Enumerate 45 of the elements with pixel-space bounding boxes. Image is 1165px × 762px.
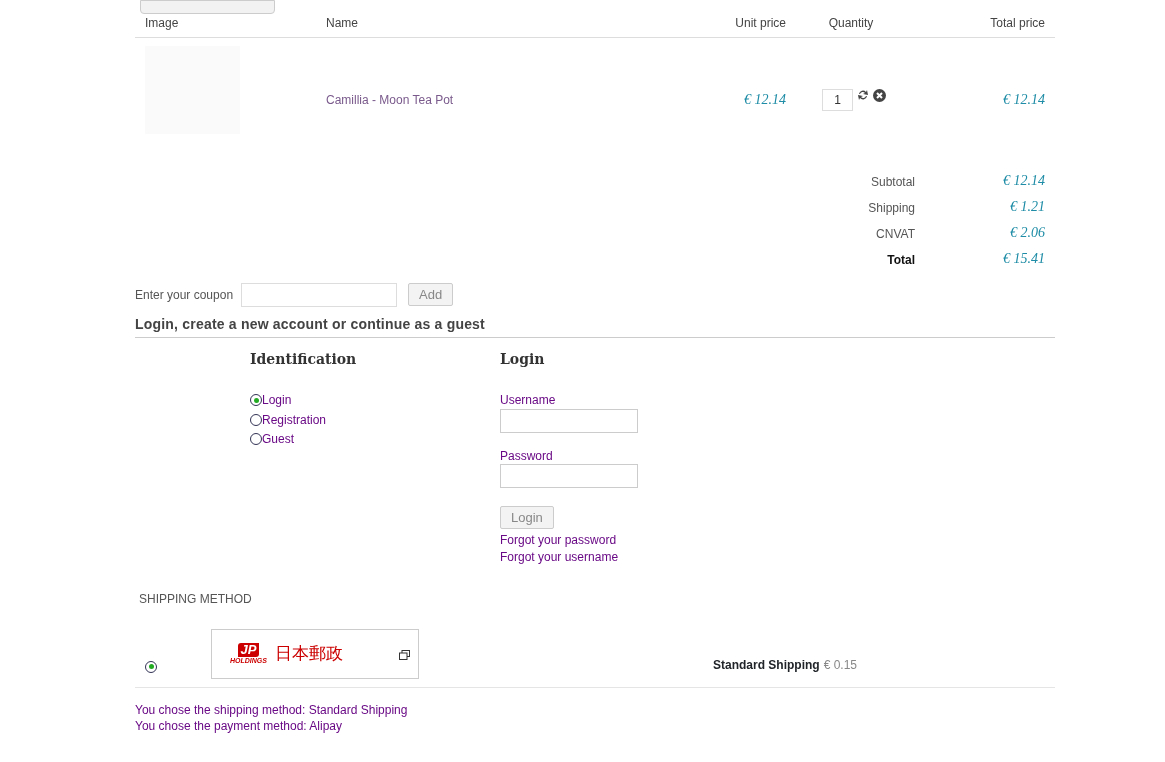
total-value: € 2.06 (1010, 225, 1045, 241)
forgot-link[interactable]: Forgot your password (500, 532, 638, 549)
column-header: Image (135, 10, 316, 38)
column-header: Quantity (796, 10, 936, 38)
logo-text: 日本郵政 (274, 642, 343, 666)
section-heading: Login, create a new account or continue as a guest (135, 315, 485, 332)
total-value: € 1.21 (1010, 199, 1045, 215)
summary-text: You chose the payment method: Alipay (135, 718, 344, 735)
total-price: € 12.14 (1003, 92, 1045, 107)
refresh-icon[interactable] (857, 89, 869, 102)
field-label: Password (500, 447, 554, 464)
window-icon[interactable] (399, 649, 410, 660)
unit-price: € 12.14 (744, 92, 786, 107)
radio-button[interactable] (250, 413, 262, 426)
logo-mark: JP (237, 642, 260, 657)
quantity-field[interactable]: 1 (822, 89, 853, 112)
radio-button[interactable] (250, 394, 262, 407)
section-heading: SHIPPING METHOD (139, 591, 252, 606)
total-value: € 15.41 (1003, 251, 1045, 267)
total-value: € 12.14 (1003, 173, 1045, 189)
shipping-price: € 0.15 (823, 657, 858, 672)
section-title: Login (500, 349, 546, 369)
radio-label[interactable]: Login (262, 392, 292, 409)
shipping-name: Standard Shipping (713, 657, 820, 672)
total-label: CNVAT (876, 226, 915, 241)
total-label: Subtotal (870, 174, 915, 189)
radio-label[interactable]: Guest (262, 431, 294, 448)
coupon-field[interactable] (241, 282, 398, 307)
radio-label[interactable]: Registration (262, 411, 327, 428)
total-label: Total (887, 252, 915, 267)
product-link[interactable]: Camillia - Moon Tea Pot (326, 93, 454, 108)
column-header: Name (316, 10, 701, 38)
column-header: Unit price (701, 10, 796, 38)
coupon-label: Enter your coupon (135, 286, 234, 303)
column-header: Total price (936, 10, 1055, 38)
radio-button[interactable] (250, 433, 262, 446)
radio-button[interactable] (145, 660, 157, 673)
remove-icon[interactable] (873, 89, 886, 103)
summary-text: You chose the shipping method: Standard Shipping (135, 701, 409, 719)
password-field[interactable] (500, 463, 638, 488)
field-label: Username (500, 392, 557, 409)
total-label: Shipping (868, 200, 915, 215)
username-field[interactable] (500, 408, 638, 433)
forgot-link[interactable]: Forgot your username (500, 548, 638, 565)
section-title: Identification (250, 349, 358, 369)
